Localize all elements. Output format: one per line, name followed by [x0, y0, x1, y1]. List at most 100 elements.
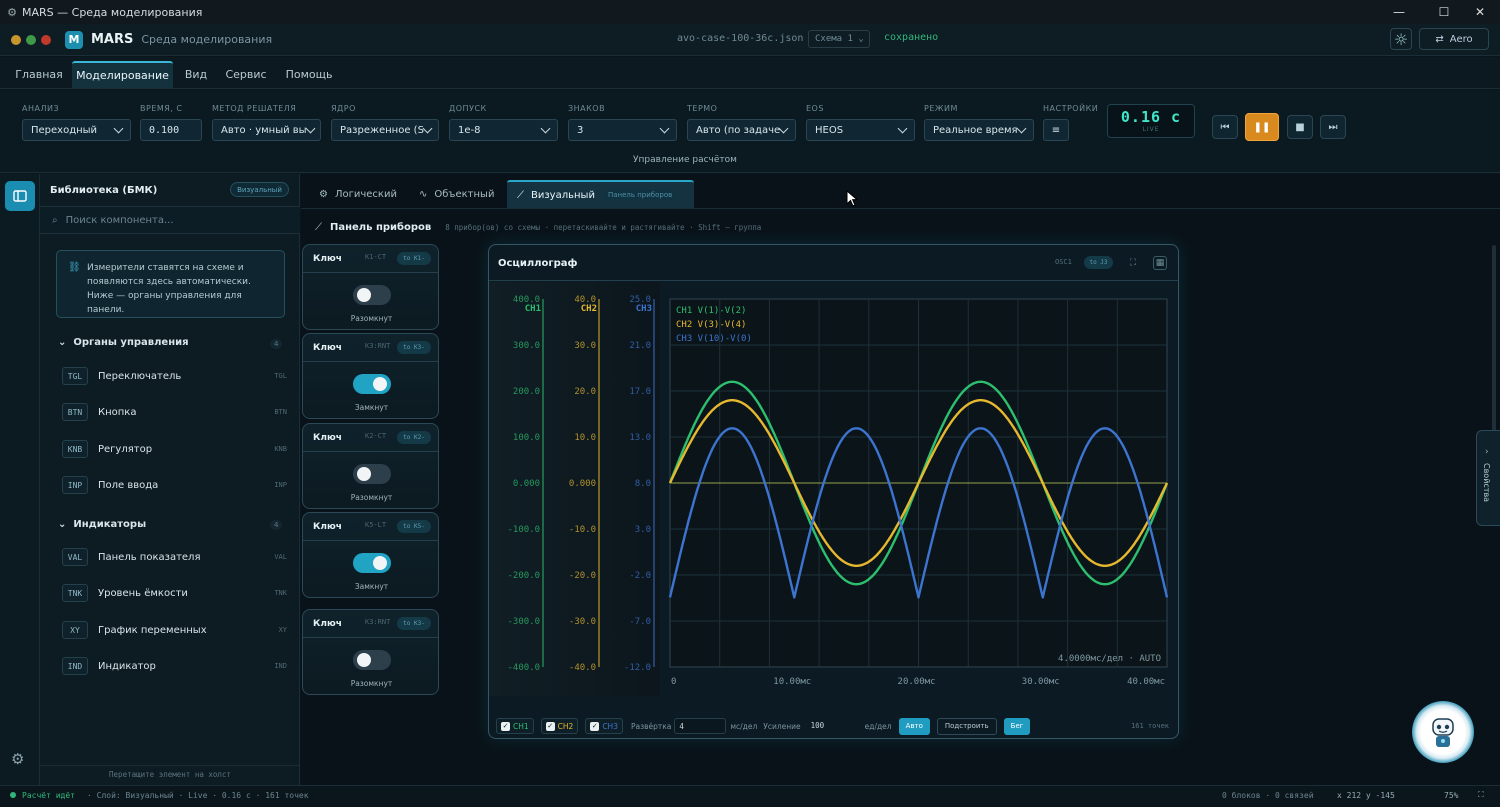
theme-select-button[interactable]: ⇄ Aero [1419, 28, 1489, 50]
tab-visual[interactable]: ⟋ Визуальный Панель приборов [507, 180, 694, 208]
y-tick-label: 100.0 [513, 433, 540, 443]
chevron-down-icon [422, 123, 433, 134]
menu-icon: ≡ [1051, 124, 1061, 136]
search-input[interactable]: Поиск компонента... [66, 215, 174, 226]
eos-select[interactable]: HEOS [806, 119, 915, 141]
switch-toggle[interactable] [353, 650, 391, 670]
library-item-indicator[interactable]: IND Индикатор IND [62, 656, 287, 676]
table-icon[interactable]: ▦ [1153, 256, 1167, 270]
library-item-xy-plot[interactable]: XY График переменных XY [62, 620, 287, 640]
library-item-input[interactable]: INP Поле ввода INP [62, 475, 287, 495]
switch-widget[interactable]: Ключ K2-CT to K2- Разомкнут [302, 423, 439, 509]
switch-widget[interactable]: Ключ K3:RNT to K3- Разомкнут [302, 609, 439, 695]
library-item-button[interactable]: BTN Кнопка BTN [62, 402, 287, 422]
library-item-toggle[interactable]: TGL Переключатель TGL [62, 366, 287, 386]
sweep-unit: мс/дел [730, 721, 758, 731]
switch-link-badge: to K3- [397, 617, 431, 630]
tab-object[interactable]: ∿ Объектный [419, 180, 494, 208]
theme-toggle-button[interactable]: ☼ [1390, 28, 1412, 50]
group-controls-header[interactable]: ⌄ Органы управления [58, 337, 189, 348]
kernel-select[interactable]: Разреженное (S [331, 119, 439, 141]
item-tag: TNK [274, 589, 287, 597]
tab-logical[interactable]: ⚙ Логический [319, 180, 397, 208]
ch2-checkbox[interactable]: ✓ CH2 [540, 718, 579, 734]
solver-select[interactable]: Авто · умный вы [212, 119, 321, 141]
settings-button[interactable]: ≡ [1043, 119, 1069, 141]
close-button[interactable]: ✕ [1457, 0, 1500, 24]
schema-select-value: Схема 1 [815, 34, 853, 44]
minimize-button[interactable]: — [1376, 0, 1422, 24]
status-counts: 0 блоков · 0 связей [1222, 791, 1314, 800]
toolbar-caption: Управление расчётом [633, 155, 737, 165]
oscilloscope-header: Осциллограф OSC1 to J3 ⛶ ▦ [489, 245, 1178, 281]
left-rail: ⚙ [0, 174, 40, 785]
tolerance-select[interactable]: 1e-8 [449, 119, 558, 141]
step-forward-button[interactable]: ⏭ [1320, 115, 1346, 139]
thermo-select[interactable]: Авто (по задаче [687, 119, 796, 141]
switch-id: K3:RNT [365, 618, 391, 626]
fit-button[interactable]: Подстроить [936, 717, 997, 735]
menu-tab-modeling[interactable]: Моделирование [72, 61, 173, 88]
analysis-select[interactable]: Переходный [22, 119, 131, 141]
mode-select[interactable]: Реальное время [924, 119, 1034, 141]
switch-widget[interactable]: Ключ K1-CT to K1- Разомкнут [302, 244, 439, 330]
eos-field: EOS HEOS [806, 104, 915, 141]
switch-state: Разомкнут [350, 679, 393, 688]
group-indicators-count: 4 [270, 520, 283, 530]
workspace-scrollbar[interactable] [1492, 245, 1496, 445]
thermo-field: Термо Авто (по задаче [687, 104, 796, 141]
item-code: KNB [62, 440, 88, 458]
library-item-knob[interactable]: KNB Регулятор KNB [62, 439, 287, 459]
status-zoom: 75% [1444, 791, 1459, 800]
ch2-label: CH2 [557, 721, 574, 731]
ch1-checkbox[interactable]: ✓ CH1 [496, 718, 534, 734]
timebase-label: 4.0000мс/дел · AUTO [1058, 654, 1161, 664]
schema-select[interactable]: Схема 1 ⌄ [808, 30, 870, 48]
switch-toggle[interactable] [353, 374, 391, 394]
step-back-button[interactable]: ⏮ [1212, 115, 1238, 139]
sweep-input[interactable]: 4 [674, 718, 727, 734]
sidebar-icon [13, 190, 27, 202]
chart-icon: ⟋ [315, 221, 322, 233]
group-indicators-header[interactable]: ⌄ Индикаторы [58, 519, 146, 530]
switch-link-badge: to K3- [397, 341, 431, 354]
switch-widget[interactable]: Ключ K3:RNT to K3- Замкнут [302, 333, 439, 419]
y-tick-label: -200.0 [507, 571, 540, 581]
auto-button[interactable]: Авто [898, 717, 930, 735]
switch-toggle[interactable] [353, 285, 391, 305]
pause-button[interactable]: ❚❚ [1245, 113, 1279, 141]
switch-state: Замкнут [354, 582, 389, 591]
ch3-checkbox[interactable]: ✓ CH3 [585, 718, 623, 734]
assistant-avatar[interactable] [1412, 701, 1474, 763]
y-tick-label: 13.0 [629, 433, 651, 443]
traffic-dot-yellow[interactable] [11, 34, 21, 45]
digits-select[interactable]: 3 [568, 119, 677, 141]
menu-tab-service[interactable]: Сервис [222, 61, 270, 88]
library-item-tank[interactable]: TNK Уровень ёмкости TNK [62, 583, 287, 603]
switch-toggle[interactable] [353, 553, 391, 573]
traffic-dot-green[interactable] [26, 34, 36, 45]
fullscreen-icon[interactable]: ⛶ [1126, 256, 1140, 270]
theme-label: Aero [1449, 33, 1473, 45]
gain-input[interactable]: 100 [807, 718, 859, 734]
library-search[interactable]: ⌕ Поиск компонента... [40, 206, 300, 234]
switch-toggle[interactable] [353, 464, 391, 484]
stop-button[interactable]: ■ [1287, 115, 1313, 139]
library-item-value-panel[interactable]: VAL Панель показателя VAL [62, 547, 287, 567]
oscilloscope-widget[interactable]: Осциллограф OSC1 to J3 ⛶ ▦ CH1 400.0 300.0… [488, 244, 1179, 739]
menu-tab-view[interactable]: Вид [178, 61, 214, 88]
switch-widget[interactable]: Ключ K5-LT to K5- Замкнут [302, 512, 439, 598]
item-code: TNK [62, 584, 88, 602]
traffic-dot-red[interactable] [41, 34, 51, 45]
properties-side-tab[interactable]: › Свойства [1476, 430, 1500, 526]
expand-icon[interactable]: ⛶ [1478, 790, 1484, 800]
panel-subtitle: 8 прибор(ов) со схемы · перетаскивайте и… [445, 222, 762, 232]
gear-icon[interactable]: ⚙ [11, 750, 24, 768]
x-tick-label: 0 [671, 677, 676, 687]
menu-tab-home[interactable]: Главная [10, 61, 68, 88]
item-name: Кнопка [98, 406, 137, 418]
time-input[interactable]: 0.100 [140, 119, 202, 141]
run-button[interactable]: Бег [1003, 717, 1031, 735]
library-panel-toggle[interactable] [5, 181, 35, 211]
menu-tab-help[interactable]: Помощь [282, 61, 336, 88]
